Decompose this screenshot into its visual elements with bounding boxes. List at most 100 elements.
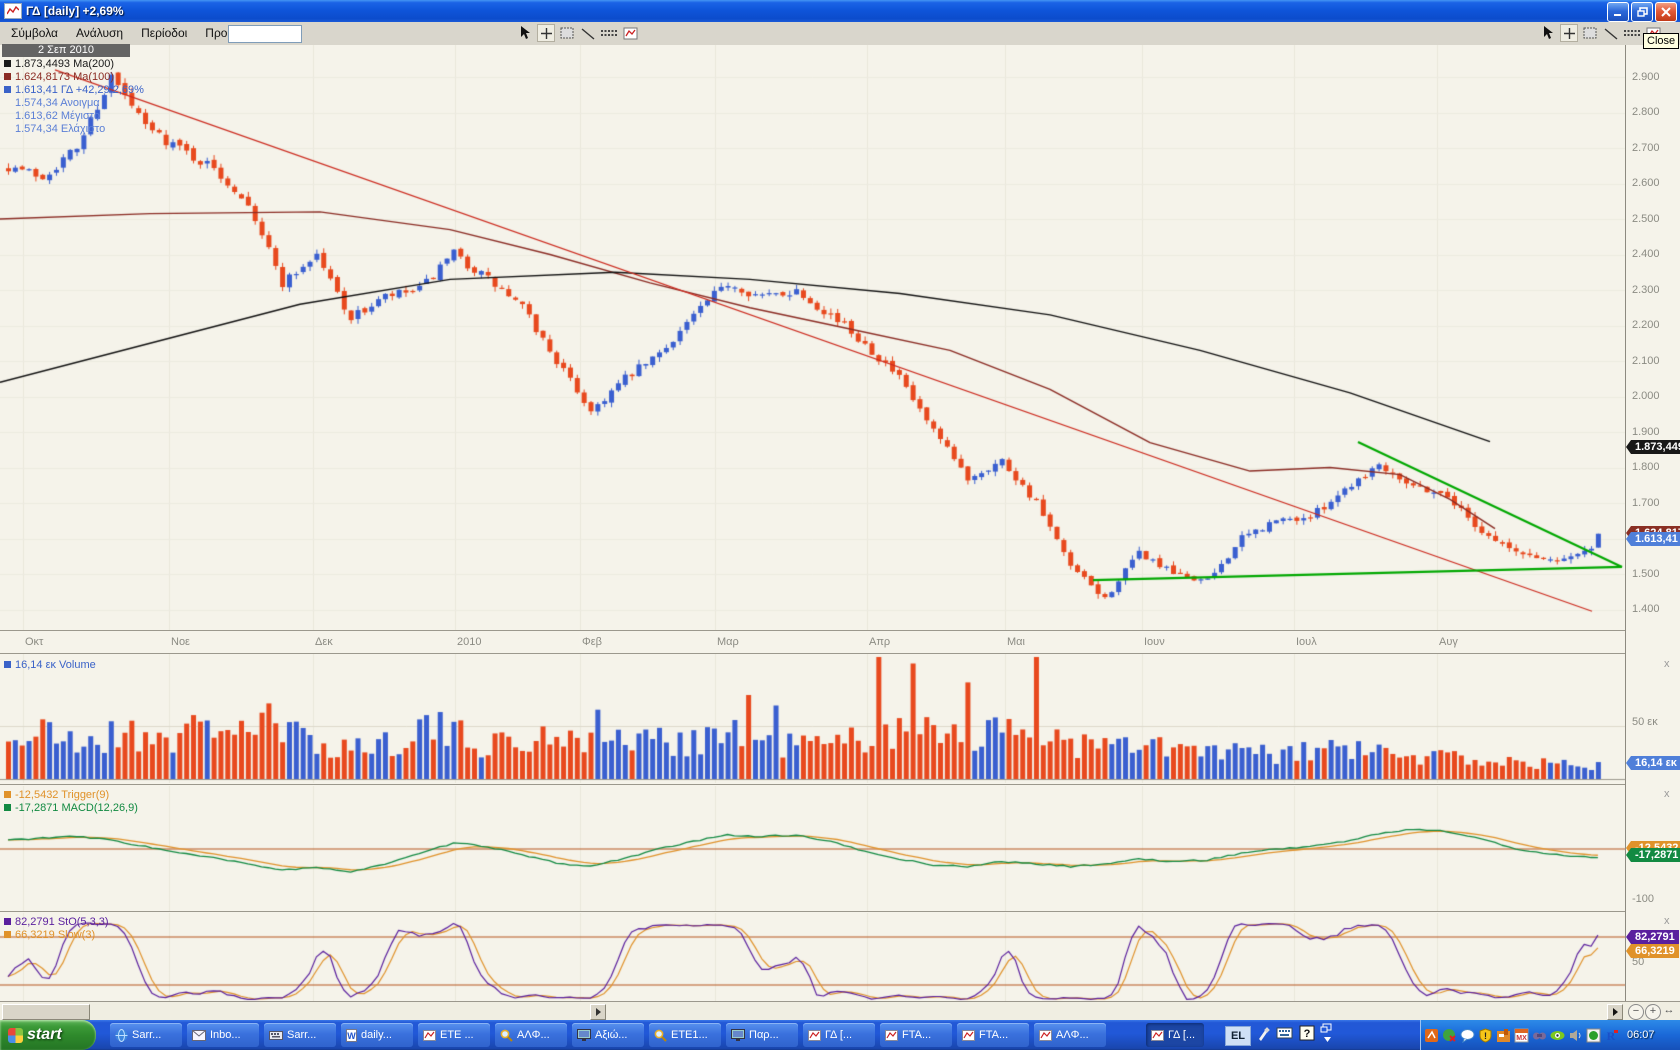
axis-label-50 εκ: 50 εκ	[1632, 716, 1658, 728]
legend-row-3: 1.574,34 Ανοιγμα	[4, 97, 100, 109]
taskbar-button-αξι[interactable]: Αξιώ...	[572, 1023, 644, 1047]
month-label-Μαι: Μαι	[1007, 636, 1025, 648]
axis-label-2.700: 2.700	[1632, 142, 1660, 154]
language-options-caret-icon[interactable]	[1323, 1036, 1332, 1043]
stochastic-chart-canvas[interactable]	[0, 913, 1625, 1001]
zoom-out-button[interactable]: −	[1628, 1004, 1644, 1020]
chart-icon	[885, 1030, 898, 1041]
tray-green-app-icon[interactable]	[1586, 1028, 1601, 1043]
legend-row-0: 1.873,4493 Ma(200)	[4, 58, 114, 70]
taskbar-button-fta[interactable]: FTA...	[957, 1023, 1029, 1047]
microphone-icon[interactable]	[1255, 1025, 1271, 1043]
language-indicator[interactable]: EL	[1225, 1026, 1251, 1046]
region-tool-icon[interactable]	[558, 24, 576, 42]
tray-blue-r-icon[interactable]: R	[1604, 1028, 1619, 1043]
monitor-icon	[577, 1029, 591, 1041]
axis-tag-2: 1.613,41	[1631, 532, 1680, 546]
magnifier-icon	[654, 1029, 667, 1042]
trendline-tool-icon[interactable]	[1602, 24, 1620, 42]
month-label-Απρ: Απρ	[869, 636, 890, 648]
legend-bullet	[4, 60, 11, 67]
taskbar-button-daily[interactable]: Wdaily...	[341, 1023, 413, 1047]
fit-width-icon[interactable]: ↔	[1662, 1004, 1676, 1018]
month-label-Νοε: Νοε	[171, 636, 190, 648]
help-icon[interactable]: ?	[1299, 1025, 1315, 1041]
taskbar-button-αλφ[interactable]: ΑΛΦ...	[495, 1023, 567, 1047]
start-button[interactable]: start	[0, 1020, 96, 1050]
axis-label-2.500: 2.500	[1632, 213, 1660, 225]
cursor-tool-icon[interactable]	[516, 24, 534, 42]
tray-green-eye-icon[interactable]	[1550, 1028, 1565, 1043]
tray-messenger-icon[interactable]	[1460, 1028, 1475, 1043]
start-label: start	[27, 1026, 62, 1044]
scrollbar-thumb[interactable]	[2, 1004, 90, 1020]
symbol-input[interactable]	[228, 25, 302, 43]
legend-row-2: 1.613,41 ΓΔ +42,29 2,69%	[4, 84, 144, 96]
month-label-Αυγ: Αυγ	[1439, 636, 1458, 648]
tray-app-orange2-icon[interactable]	[1496, 1028, 1511, 1043]
zoom-in-button[interactable]: +	[1645, 1004, 1661, 1020]
stoch-legend-row-0: 82,2791 StO(5,3,3)	[4, 916, 109, 928]
macd-legend-row-1: -17,2871 MACD(12,26,9)	[4, 802, 138, 814]
tray-speaker-icon[interactable]	[1568, 1028, 1583, 1043]
tray-binoculars-icon[interactable]	[1532, 1028, 1547, 1043]
taskbar-button-ετε1[interactable]: ΕΤΕ1...	[649, 1023, 721, 1047]
region-tool-icon[interactable]	[1581, 24, 1599, 42]
stochastic-panel-close-icon[interactable]: x	[1664, 915, 1670, 927]
title-bar[interactable]: ΓΔ [daily] +2,69%	[0, 0, 1680, 22]
restore-button[interactable]	[1631, 2, 1653, 22]
axis-label-2.600: 2.600	[1632, 177, 1660, 189]
minimize-button[interactable]	[1607, 2, 1629, 22]
taskbar-button-fta[interactable]: FTA...	[880, 1023, 952, 1047]
taskbar-button-ete[interactable]: ETE ...	[418, 1023, 490, 1047]
dotted-line-tool-icon[interactable]	[1623, 24, 1641, 42]
macd-panel-close-icon[interactable]: x	[1664, 788, 1670, 800]
taskbar-button-αλφ[interactable]: ΑΛΦ...	[1034, 1023, 1106, 1047]
svg-text:W: W	[347, 1031, 356, 1041]
volume-chart-canvas[interactable]	[0, 654, 1625, 783]
taskbar-button-παρ[interactable]: Παρ...	[726, 1023, 798, 1047]
tray-shield-icon[interactable]: !	[1478, 1028, 1493, 1043]
legend-row-4: 1.613,62 Μέγιστο	[4, 110, 100, 122]
menu-item-0[interactable]: Σύμβολα	[2, 22, 67, 45]
tray-app-orange-icon[interactable]	[1424, 1028, 1439, 1043]
scroll-right-icon[interactable]	[590, 1004, 606, 1020]
legend-bullet	[4, 73, 11, 80]
scroll-end-icon[interactable]	[1607, 1004, 1623, 1020]
macd-chart-canvas[interactable]	[0, 786, 1625, 911]
cursor-tool-icon[interactable]	[1539, 24, 1557, 42]
menu-item-1[interactable]: Ανάλυση	[67, 22, 132, 45]
tray-antivirus-icon[interactable]	[1442, 1028, 1457, 1043]
taskbar-button-inbo[interactable]: Inbo...	[187, 1023, 259, 1047]
taskbar-button-sarr[interactable]: Sarr...	[264, 1023, 336, 1047]
axis-label-1.900: 1.900	[1632, 426, 1660, 438]
separator	[0, 784, 1625, 785]
price-chart-canvas[interactable]	[0, 45, 1625, 630]
trendline-tool-icon[interactable]	[579, 24, 597, 42]
menu-bar: ΣύμβολαΑνάλυσηΠερίοδοιΠροβολή	[0, 22, 1680, 46]
close-button[interactable]	[1655, 2, 1677, 22]
tray-mail-mx-icon[interactable]: MX	[1514, 1028, 1529, 1043]
taskbar-button-γδ[interactable]: ΓΔ [...	[803, 1023, 875, 1047]
horizontal-scrollbar: − + ↔	[0, 1001, 1680, 1020]
legend-row-1: 1.624,8173 Ma(100)	[4, 71, 114, 83]
keyboard-icon[interactable]	[1276, 1025, 1294, 1041]
svg-text:?: ?	[1304, 1028, 1311, 1040]
legend-bullet	[4, 86, 11, 93]
axis-label-2.100: 2.100	[1632, 355, 1660, 367]
menu-item-2[interactable]: Περίοδοι	[132, 22, 196, 45]
dotted-line-tool-icon[interactable]	[600, 24, 618, 42]
restore-toolbar-icon[interactable]	[1320, 1023, 1332, 1033]
chart-save-tool-icon[interactable]	[621, 24, 639, 42]
crosshair-tool-icon[interactable]	[537, 24, 555, 42]
toolbar-left	[516, 24, 639, 42]
volume-panel-close-icon[interactable]: x	[1664, 658, 1670, 670]
taskbar-button-sarr[interactable]: Sarr...	[110, 1023, 182, 1047]
cursor-date-label: 2 Σεπ 2010	[2, 44, 130, 57]
axis-tag-5: -17,2871	[1631, 848, 1680, 862]
chart-icon	[1151, 1030, 1164, 1041]
legend-row-5: 1.574,34 Ελάχιστο	[4, 123, 105, 135]
taskbar-button-γδ[interactable]: ΓΔ [...	[1146, 1023, 1204, 1047]
crosshair-tool-icon[interactable]	[1560, 24, 1578, 42]
taskbar-clock[interactable]: 06:07	[1627, 1029, 1655, 1041]
